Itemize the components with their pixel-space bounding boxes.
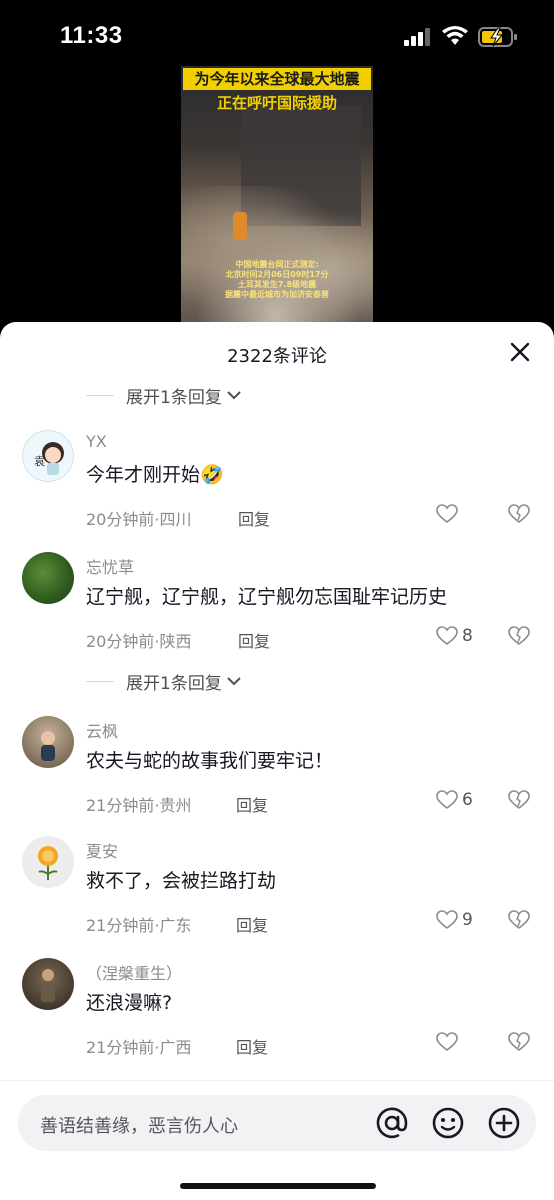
divider-line [86, 680, 114, 682]
comment-meta: 21分钟前·广东 [86, 916, 192, 935]
like-button[interactable]: 9 [436, 910, 473, 930]
broken-heart-icon[interactable] [508, 504, 530, 524]
comment-username[interactable]: 忘忧草 [86, 554, 134, 578]
video-scene-person [233, 212, 247, 240]
expand-replies-label: 展开1条回复 [126, 673, 222, 694]
chevron-down-icon [227, 391, 241, 400]
video-title-line1: 为今年以来全球最大地震 [183, 68, 371, 90]
comment-meta: 20分钟前·四川 [86, 510, 192, 529]
comment-text: 农夫与蛇的故事我们要牢记！ [86, 750, 334, 772]
chevron-down-icon [227, 677, 241, 686]
comment-region: 广东 [159, 916, 192, 935]
comment-username[interactable]: 云枫 [86, 718, 118, 742]
like-count: 6 [462, 790, 473, 810]
close-icon[interactable] [506, 338, 534, 366]
heart-icon [436, 626, 458, 646]
comment-text: 救不了，会被拦路打劫 [86, 870, 277, 892]
comment-username[interactable]: YX [86, 432, 107, 451]
video-player[interactable]: 为今年以来全球最大地震 正在呼吁国际援助 中国地震台网正式测定: 北京时间2月0… [181, 66, 373, 328]
like-count: 9 [462, 910, 473, 930]
comments-count-title: 2322条评论 [227, 346, 327, 367]
comment-item: 夏安 救不了，会被拦路打劫 21分钟前·广东 回复 9 [0, 836, 554, 946]
avatar-child-icon [41, 731, 55, 761]
comment-item: 云枫 农夫与蛇的故事我们要牢记！ 21分钟前·贵州 回复 6 [0, 716, 554, 826]
plus-icon[interactable] [486, 1105, 522, 1141]
home-indicator[interactable] [180, 1183, 376, 1189]
reply-button[interactable]: 回复 [236, 1034, 268, 1058]
battery-charging-icon [478, 27, 517, 47]
comment-region: 贵州 [159, 796, 192, 815]
avatar[interactable] [22, 836, 74, 888]
broken-heart-icon[interactable] [508, 910, 530, 930]
avatar[interactable]: 袁 [22, 430, 74, 482]
comment-meta: 21分钟前·贵州 [86, 796, 192, 815]
like-button[interactable] [436, 1032, 462, 1052]
like-button[interactable]: 8 [436, 626, 473, 646]
comment-region: 陕西 [159, 632, 192, 651]
comment-username[interactable]: （涅槃重生） [86, 960, 182, 984]
reply-button[interactable]: 回复 [238, 628, 270, 652]
comment-input-bar: 善语结善缘，恶言伤人心 [0, 1080, 554, 1200]
video-scene-rubble [181, 186, 373, 328]
reply-button[interactable]: 回复 [236, 792, 268, 816]
comment-time: 20分钟前 [86, 632, 155, 651]
expand-replies-button[interactable]: 展开1条回复 [86, 668, 242, 694]
comment-meta: 20分钟前·陕西 [86, 632, 192, 651]
comment-input-placeholder: 善语结善缘，恶言伤人心 [40, 1116, 238, 1137]
avatar-cartoon-girl-icon: 袁 [34, 442, 64, 475]
comment-time: 21分钟前 [86, 1038, 155, 1057]
like-count: 8 [462, 626, 473, 646]
avatar[interactable] [22, 958, 74, 1010]
avatar[interactable] [22, 716, 74, 768]
avatar[interactable] [22, 552, 74, 604]
like-button[interactable] [436, 504, 462, 524]
at-icon[interactable] [374, 1105, 410, 1141]
comment-text: 今年才刚开始🤣 [86, 464, 224, 486]
video-info-line: 中国地震台网正式测定: [235, 260, 319, 269]
comment-time: 20分钟前 [86, 510, 155, 529]
video-info-line: 土耳其发生7.8级地震 [237, 280, 317, 289]
broken-heart-icon[interactable] [508, 790, 530, 810]
video-info-text: 中国地震台网正式测定: 北京时间2月06日09时17分 土耳其发生7.8级地震 … [185, 260, 369, 300]
wifi-icon [442, 26, 468, 45]
comment-username[interactable]: 夏安 [86, 838, 118, 862]
status-bar: 11:33 [0, 0, 554, 70]
comment-item: （涅槃重生） 还浪漫嘛? 21分钟前·广西 回复 [0, 958, 554, 1068]
avatar-figure-icon [41, 969, 55, 1002]
comment-region: 广西 [159, 1038, 192, 1057]
heart-icon [436, 504, 458, 524]
comment-item: 忘忧草 辽宁舰，辽宁舰，辽宁舰勿忘国耻牢记历史 20分钟前·陕西 回复 8 [0, 552, 554, 662]
expand-replies-label: 展开1条回复 [126, 387, 222, 408]
comment-region: 四川 [159, 510, 192, 529]
comment-time: 21分钟前 [86, 916, 155, 935]
divider-line [86, 394, 114, 396]
broken-heart-icon[interactable] [508, 1032, 530, 1052]
comment-input[interactable]: 善语结善缘，恶言伤人心 [18, 1095, 536, 1151]
comment-text: 还浪漫嘛? [86, 992, 173, 1014]
heart-icon [436, 1032, 458, 1052]
heart-icon [436, 790, 458, 810]
comment-meta: 21分钟前·广西 [86, 1038, 192, 1057]
video-info-line: 北京时间2月06日09时17分 [225, 270, 329, 279]
expand-replies-button[interactable]: 展开1条回复 [86, 382, 242, 408]
heart-icon [436, 910, 458, 930]
svg-text:袁: 袁 [34, 455, 45, 468]
emoji-icon[interactable] [430, 1105, 466, 1141]
comments-sheet: 2322条评论 展开1条回复 袁 YX 今年才刚开始🤣 20分钟前·四川 回复 [0, 322, 554, 1200]
status-time: 11:33 [60, 22, 123, 49]
comment-time: 21分钟前 [86, 796, 155, 815]
comment-text: 辽宁舰，辽宁舰，辽宁舰勿忘国耻牢记历史 [86, 586, 448, 608]
video-info-line: 据震中最近城市为加济安泰普 [225, 290, 329, 299]
reply-button[interactable]: 回复 [238, 506, 270, 530]
broken-heart-icon[interactable] [508, 626, 530, 646]
cellular-signal-icon [404, 28, 430, 46]
like-button[interactable]: 6 [436, 790, 473, 810]
reply-button[interactable]: 回复 [236, 912, 268, 936]
comment-item: 袁 YX 今年才刚开始🤣 20分钟前·四川 回复 [0, 430, 554, 540]
video-title-line2: 正在呼吁国际援助 [216, 94, 337, 112]
avatar-orange-flower-icon [38, 846, 58, 880]
